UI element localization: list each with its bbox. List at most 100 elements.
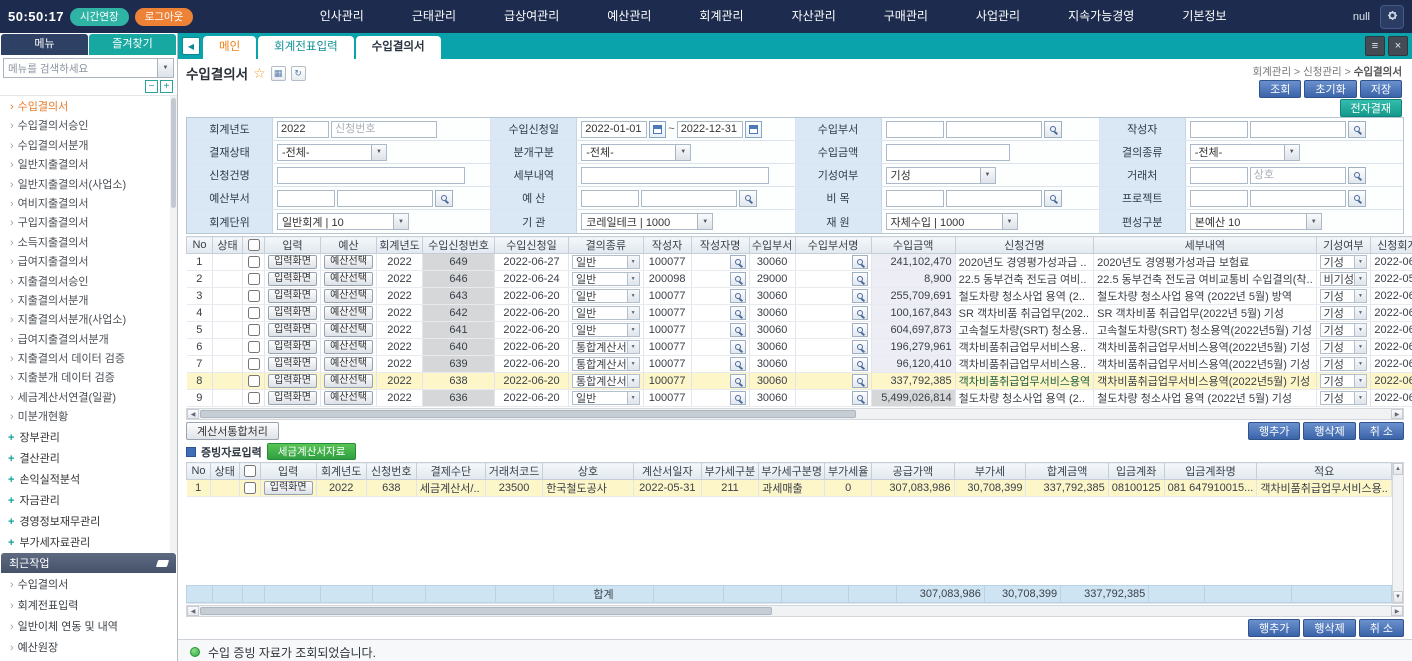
- sidebar-item[interactable]: ›급여지출결의서: [0, 253, 177, 272]
- grid2-hscrollbar[interactable]: ◀ ▶: [186, 605, 1404, 617]
- window-close-button[interactable]: ×: [1388, 36, 1408, 56]
- budget-dept-code-input[interactable]: [277, 190, 335, 207]
- cell-select[interactable]: 기성▼: [1320, 391, 1367, 405]
- grid1-row[interactable]: 2입력화면예산선택20226462022-06-24일반▼20009829000…: [187, 271, 1412, 288]
- search-button[interactable]: [1044, 121, 1062, 138]
- decision-type-select[interactable]: -전체-▼: [1190, 144, 1300, 161]
- scrollbar-thumb[interactable]: [171, 98, 176, 208]
- row-checkbox[interactable]: [244, 482, 256, 494]
- input-screen-button[interactable]: 입력화면: [268, 374, 317, 388]
- customer-code-input[interactable]: [1190, 167, 1248, 184]
- grid1-row[interactable]: 1입력화면예산선택20226492022-06-27일반▼10007730060…: [187, 254, 1412, 271]
- request-number-input[interactable]: [331, 121, 437, 138]
- grid1-row[interactable]: 7입력화면예산선택20226392022-06-20통합계산서▼10007730…: [187, 356, 1412, 373]
- budget-select-button[interactable]: 예산선택: [324, 272, 373, 286]
- approval-status-select[interactable]: -전체-▼: [277, 144, 387, 161]
- recent-work-item[interactable]: ›회계전표입력: [0, 596, 177, 617]
- row-checkbox[interactable]: [248, 392, 260, 404]
- scroll-up-icon[interactable]: ▲: [1393, 463, 1403, 475]
- sidebar-group[interactable]: +경영정보재무관리: [0, 512, 177, 533]
- cell-select[interactable]: 일반▼: [572, 255, 640, 269]
- sidebar-item[interactable]: ›구입지출결의서: [0, 214, 177, 233]
- sidebar-item[interactable]: ›일반지출결의서: [0, 156, 177, 175]
- row-checkbox[interactable]: [248, 358, 260, 370]
- agency-select[interactable]: 코레일테크 | 1000▼: [581, 213, 713, 230]
- recent-work-item[interactable]: ›수입결의서: [0, 575, 177, 596]
- expense-item-name-input[interactable]: [946, 190, 1042, 207]
- invoice-merge-button[interactable]: 계산서통합처리: [186, 422, 279, 440]
- e-approval-button[interactable]: 전자결재: [1340, 99, 1402, 117]
- content-tab[interactable]: 메인: [203, 36, 256, 59]
- top-menu-item[interactable]: 기본정보: [1158, 0, 1250, 33]
- grid2-add-row-button[interactable]: 행추가: [1248, 619, 1300, 637]
- income-amount-input[interactable]: [886, 144, 1010, 161]
- top-menu-item[interactable]: 구매관리: [860, 0, 952, 33]
- reset-button[interactable]: 초기화: [1304, 80, 1356, 98]
- search-icon[interactable]: [852, 323, 868, 337]
- search-icon[interactable]: [730, 289, 746, 303]
- input-screen-button[interactable]: 입력화면: [268, 255, 317, 269]
- expand-all-button[interactable]: +: [160, 80, 173, 93]
- grid2-delete-row-button[interactable]: 행삭제: [1303, 619, 1355, 637]
- top-menu-item[interactable]: 근태관리: [388, 0, 480, 33]
- row-checkbox[interactable]: [248, 290, 260, 302]
- sidebar-item[interactable]: ›소득지출결의서: [0, 234, 177, 253]
- search-icon[interactable]: [730, 272, 746, 286]
- row-checkbox[interactable]: [248, 256, 260, 268]
- content-tab[interactable]: 회계전표입력: [258, 36, 353, 59]
- cell-select[interactable]: 기성▼: [1320, 323, 1367, 337]
- search-icon[interactable]: [852, 255, 868, 269]
- sidebar-item[interactable]: ›급여지출결의서분개: [0, 331, 177, 350]
- cell-select[interactable]: 일반▼: [572, 323, 640, 337]
- sidebar-scrollbar[interactable]: [170, 96, 177, 553]
- sidebar-tab-favorites[interactable]: 즐겨찾기: [89, 34, 176, 55]
- collapse-all-button[interactable]: −: [145, 80, 158, 93]
- chevron-down-icon[interactable]: ▼: [157, 59, 173, 77]
- select-all-checkbox[interactable]: [239, 463, 260, 480]
- refresh-icon[interactable]: ↻: [291, 66, 306, 81]
- search-button[interactable]: [435, 190, 453, 207]
- sidebar-item[interactable]: ›지출결의서 데이터 검증: [0, 350, 177, 369]
- top-menu-item[interactable]: 예산관리: [583, 0, 675, 33]
- cell-select[interactable]: 비기성▼: [1320, 272, 1367, 286]
- search-icon[interactable]: [852, 391, 868, 405]
- top-menu-item[interactable]: 회계관리: [675, 0, 767, 33]
- cell-select[interactable]: 통합계산서▼: [572, 374, 640, 388]
- grid1-row[interactable]: 3입력화면예산선택20226432022-06-20일반▼10007730060…: [187, 288, 1412, 305]
- input-screen-button[interactable]: 입력화면: [268, 357, 317, 371]
- top-menu-item[interactable]: 지속가능경영: [1044, 0, 1158, 33]
- row-checkbox[interactable]: [248, 324, 260, 336]
- logout-button[interactable]: 로그아웃: [135, 8, 194, 26]
- search-button[interactable]: [739, 190, 757, 207]
- grid1-delete-row-button[interactable]: 행삭제: [1303, 422, 1355, 440]
- sidebar-group[interactable]: +장부관리: [0, 428, 177, 449]
- scroll-left-icon[interactable]: ◀: [187, 606, 199, 616]
- row-checkbox[interactable]: [248, 341, 260, 353]
- sidebar-item[interactable]: ›지출결의서분개(사업소): [0, 311, 177, 330]
- grid2-row[interactable]: 1입력화면2022638세금계산서/..23500한국철도공사2022-05-3…: [187, 480, 1392, 497]
- calendar-icon[interactable]: [649, 121, 666, 138]
- window-list-button[interactable]: ≡: [1365, 36, 1385, 56]
- search-button[interactable]: [1348, 167, 1366, 184]
- scrollbar-thumb[interactable]: [200, 410, 856, 418]
- grid1-row[interactable]: 5입력화면예산선택20226412022-06-20일반▼10007730060…: [187, 322, 1412, 339]
- favorite-star-icon[interactable]: ☆: [253, 65, 266, 82]
- search-icon[interactable]: [730, 255, 746, 269]
- top-menu-item[interactable]: 인사관리: [296, 0, 388, 33]
- scroll-right-icon[interactable]: ▶: [1391, 606, 1403, 616]
- customer-name-input[interactable]: [1250, 167, 1346, 184]
- scroll-right-icon[interactable]: ▶: [1391, 409, 1403, 419]
- cell-select[interactable]: 일반▼: [572, 289, 640, 303]
- content-tab[interactable]: 수입결의서: [356, 36, 441, 59]
- extend-time-button[interactable]: 시간연장: [70, 8, 129, 26]
- search-icon[interactable]: [730, 340, 746, 354]
- grid1-cancel-button[interactable]: 취 소: [1359, 422, 1404, 440]
- recent-work-item[interactable]: ›예산원장: [0, 638, 177, 659]
- budget-select-button[interactable]: 예산선택: [324, 255, 373, 269]
- grid2-cancel-button[interactable]: 취 소: [1359, 619, 1404, 637]
- cell-select[interactable]: 일반▼: [572, 391, 640, 405]
- budget-select-button[interactable]: 예산선택: [324, 323, 373, 337]
- sidebar-item[interactable]: ›지출결의서분개: [0, 292, 177, 311]
- budget-select-button[interactable]: 예산선택: [324, 357, 373, 371]
- cell-select[interactable]: 기성▼: [1320, 357, 1367, 371]
